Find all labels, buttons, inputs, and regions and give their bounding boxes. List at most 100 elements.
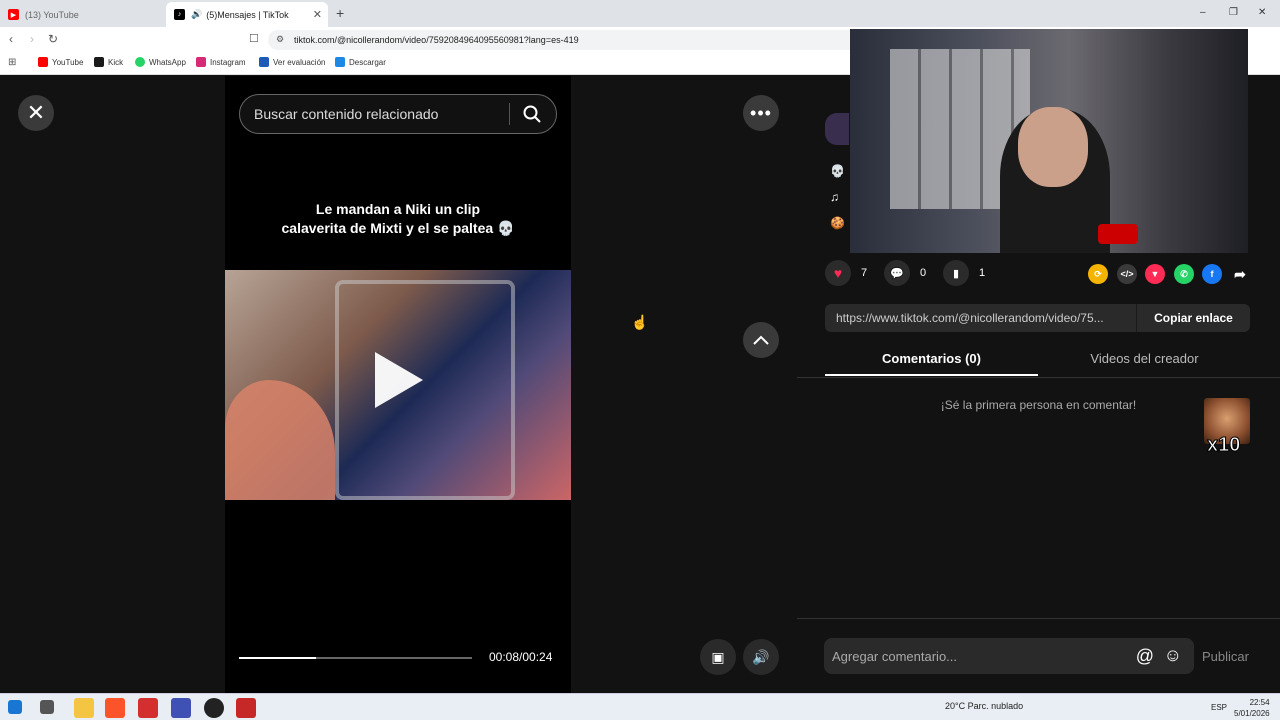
clock-time: 22:54 (1249, 698, 1270, 707)
tab-tiktok[interactable]: ♪ 🔊 (5)Mensajes | TikTok ✕ (166, 2, 328, 27)
caption-line: Le mandan a Niki un clip (315, 201, 481, 217)
microphone (1098, 224, 1138, 244)
new-tab-button[interactable]: + (336, 5, 344, 21)
like-action[interactable]: ♥ 7 (825, 260, 867, 286)
bookmark-label: Kick (108, 57, 124, 67)
weather-widget[interactable]: 20°C Parc. nublado (945, 701, 1023, 711)
tab-youtube[interactable]: ▶ (13) YouTube (0, 2, 166, 27)
bookmark-icon[interactable]: ▮ (943, 260, 969, 286)
search-icon[interactable] (522, 104, 542, 124)
publish-button[interactable]: Publicar (1202, 649, 1249, 664)
progress-bar[interactable] (239, 657, 472, 659)
back-icon[interactable]: ‹ (9, 32, 13, 46)
time-display: 00:08/00:24 (489, 650, 553, 664)
language-indicator[interactable]: ESP (1211, 703, 1227, 712)
evaluation-icon (259, 57, 269, 67)
reload-icon[interactable]: ↻ (48, 32, 58, 46)
mention-icon[interactable]: @ (1136, 646, 1154, 667)
bookmark-descargar[interactable]: Descargar (335, 57, 386, 67)
bookmark-instagram[interactable]: Instagram (196, 57, 246, 67)
comment-placeholder: Agregar comentario... (832, 648, 958, 664)
pip-icon: ▣ (711, 648, 725, 665)
video-caption: Le mandan a Niki un clip calaverita de M… (225, 200, 571, 238)
close-window-button[interactable]: ✕ (1258, 7, 1266, 18)
forward-icon[interactable]: › (30, 32, 34, 46)
bookmark-label: Descargar (349, 57, 386, 67)
obs-icon[interactable] (204, 698, 224, 718)
taskbar: 20°C Parc. nublado ESP 22:54 5/01/2026 (0, 693, 1280, 720)
instagram-icon (196, 57, 206, 67)
embed-icon[interactable]: </> (1117, 264, 1137, 284)
whatsapp-share-icon[interactable]: ✆ (1174, 264, 1194, 284)
comment-icon[interactable]: 💬 (884, 260, 910, 286)
volume-button[interactable]: 🔊 (743, 639, 779, 675)
tiktok-video-page: ✕ Buscar contenido relacionado Le mandan… (0, 29, 1280, 693)
brave-browser-icon[interactable] (105, 698, 125, 718)
search-divider (509, 103, 510, 125)
minimize-button[interactable]: – (1200, 7, 1206, 18)
play-icon[interactable] (375, 352, 423, 408)
caption-line: calaverita de Mixti y el se paltea 💀 (281, 220, 515, 236)
streamer-face (1018, 107, 1088, 187)
tab-creator-videos[interactable]: Videos del creador (1038, 346, 1251, 376)
hand-in-video (225, 380, 335, 500)
comment-action[interactable]: 💬 0 (884, 260, 926, 286)
copy-link-row: https://www.tiktok.com/@nicollerandom/vi… (825, 304, 1250, 332)
browser-tab-bar: ▶ (13) YouTube ♪ 🔊 (5)Mensajes | TikTok … (0, 0, 1280, 27)
copy-link-button[interactable]: Copiar enlace (1136, 304, 1250, 332)
divider (797, 377, 1280, 378)
app-icon[interactable] (138, 698, 158, 718)
heart-icon[interactable]: ♥ (825, 260, 851, 286)
url-text: tiktok.com/@nicollerandom/video/75920849… (294, 35, 579, 45)
close-tab-icon[interactable]: ✕ (313, 8, 322, 21)
avatar[interactable] (825, 113, 849, 145)
whatsapp-icon (135, 57, 145, 67)
emoji-icon[interactable]: ☺ (1164, 645, 1182, 666)
webcam-overlay (850, 29, 1248, 253)
share-arrow-icon[interactable]: ➦ (1230, 264, 1250, 284)
tab-comments[interactable]: Comentarios (0) (825, 346, 1038, 376)
app-icon[interactable] (236, 698, 256, 718)
pip-button[interactable]: ▣ (700, 639, 736, 675)
url-field[interactable]: ⚙ tiktok.com/@nicollerandom/video/759208… (268, 30, 868, 50)
volume-icon: 🔊 (752, 648, 770, 665)
save-action[interactable]: ▮ 1 (943, 260, 985, 286)
site-info-icon[interactable]: ⚙ (276, 34, 284, 45)
video-player[interactable]: Buscar contenido relacionado Le mandan a… (225, 76, 571, 693)
comment-input[interactable]: Agregar comentario... @ ☺ (824, 638, 1194, 674)
music-icon: ♫ (830, 190, 839, 204)
search-input[interactable]: Buscar contenido relacionado (239, 94, 557, 134)
close-icon: ✕ (26, 100, 46, 125)
close-video-button[interactable]: ✕ (18, 95, 54, 131)
search-placeholder: Buscar contenido relacionado (254, 106, 439, 122)
file-explorer-icon[interactable] (74, 698, 94, 718)
bookmark-ver-evaluacion[interactable]: Ver evaluación (259, 57, 325, 67)
task-view-icon[interactable] (40, 700, 54, 714)
bookmark-label: Ver evaluación (273, 57, 326, 67)
send-icon[interactable]: ▼ (1145, 264, 1165, 284)
kick-icon (94, 57, 104, 67)
video-link[interactable]: https://www.tiktok.com/@nicollerandom/vi… (825, 311, 1135, 325)
download-icon (335, 57, 345, 67)
windows-start-icon[interactable] (8, 700, 22, 714)
bookmark-youtube[interactable]: YouTube (38, 57, 83, 67)
repost-icon[interactable]: ⟳ (1088, 264, 1108, 284)
apps-grid-icon[interactable]: ⊞ (8, 57, 16, 68)
tab-label: (5)Mensajes | TikTok (206, 9, 289, 20)
bookmark-kick[interactable]: Kick (94, 57, 123, 67)
bookmark-icon[interactable]: ☐ (249, 32, 259, 45)
speaker-icon: 🔊 (191, 9, 203, 19)
app-icon[interactable] (171, 698, 191, 718)
divider (797, 618, 1280, 619)
previous-video-button[interactable] (743, 322, 779, 358)
bookmark-whatsapp[interactable]: WhatsApp (135, 57, 186, 67)
tiktok-icon: ♪ (174, 9, 185, 20)
emote-label: x10 (1206, 434, 1241, 457)
video-frame[interactable] (225, 270, 571, 500)
facebook-share-icon[interactable]: f (1202, 264, 1222, 284)
restore-button[interactable]: ❐ (1229, 7, 1238, 18)
clock[interactable]: 22:54 5/01/2026 (1234, 697, 1270, 719)
comments-count: 0 (920, 267, 927, 279)
bookmark-label: Instagram (210, 57, 246, 67)
more-options-button[interactable]: ••• (743, 95, 779, 131)
